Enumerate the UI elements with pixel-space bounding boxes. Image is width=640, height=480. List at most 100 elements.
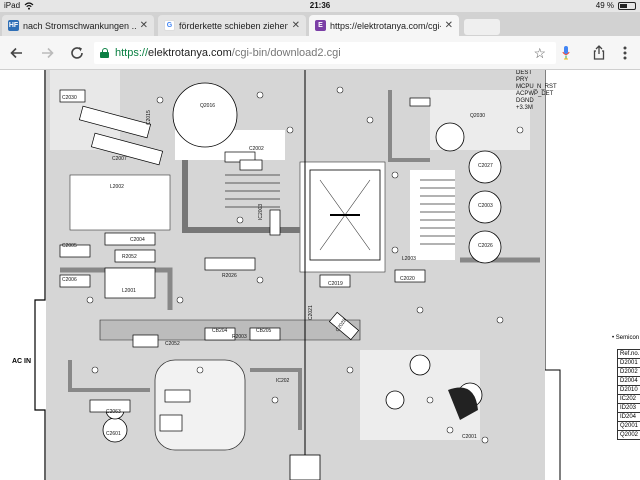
back-button[interactable] [8, 44, 26, 62]
tab-elektrotanya[interactable]: E https://elektrotanya.com/cgi- ✕ [309, 15, 459, 36]
reload-icon [71, 47, 83, 59]
tab-title: nach Stromschwankungen ... [23, 20, 136, 31]
reference-table-cell: ID204 [617, 412, 640, 422]
label-l2001: L2001 [122, 288, 136, 294]
favicon-elektrotanya-icon: E [315, 20, 326, 31]
arrow-right-icon [42, 47, 54, 59]
favicon-hf-icon: HF [8, 20, 19, 31]
tab-title: https://elektrotanya.com/cgi- [330, 20, 441, 31]
reference-table-row: D2010 [617, 385, 640, 395]
new-tab-button[interactable] [464, 19, 500, 35]
label-r2003: R2003 [232, 334, 247, 340]
semiconductor-heading: • Semicon [612, 335, 640, 341]
battery-level-fill [620, 3, 627, 8]
reference-table: Ref.no. D2001 D2002 D2004 D2010 IC202 ID203 ID2… [617, 349, 640, 440]
tab-strip: HF nach Stromschwankungen ... ✕ G förder… [0, 12, 640, 36]
menu-button[interactable] [616, 44, 634, 62]
close-tab-icon[interactable]: ✕ [140, 20, 148, 31]
label-c2027: C2027 [478, 163, 493, 169]
reference-table-cell: D2010 [617, 385, 640, 395]
close-tab-icon[interactable]: ✕ [445, 20, 453, 31]
label-c2030: C2030 [62, 95, 77, 101]
tab-foerderkette[interactable]: G förderkette schieben ziehen ✕ [158, 15, 306, 36]
reference-table-row: Ref.no. [617, 349, 640, 359]
reference-table-row: IC202 [617, 394, 640, 404]
reference-table-cell: ID203 [617, 403, 640, 413]
reference-table-row: ID204 [617, 412, 640, 422]
reference-table-row: Q2002 [617, 430, 640, 440]
reference-table-row: D2004 [617, 376, 640, 386]
signal-label: MCPU_N_RST [516, 84, 557, 90]
label-cb205: CB205 [256, 328, 272, 334]
label-r2052: R2052 [122, 254, 137, 260]
signal-label: PRY [516, 77, 529, 83]
label-ic202: IC202 [276, 378, 290, 384]
more-vertical-icon [623, 46, 627, 60]
close-tab-icon[interactable]: ✕ [292, 20, 300, 31]
label-l2003: L2003 [402, 256, 416, 262]
browser-toolbar: https:// elektrotanya.com /cgi-bin/downl… [0, 36, 640, 70]
reference-table-row: Q2001 [617, 421, 640, 431]
reference-table-row: D2001 [617, 358, 640, 368]
tab-stromschwankungen[interactable]: HF nach Stromschwankungen ... ✕ [2, 15, 154, 36]
reference-table-cell: D2002 [617, 367, 640, 377]
url-scheme: https:// [115, 47, 149, 59]
status-bar: iPad 21:36 49 % [0, 0, 640, 12]
label-c2021: C2021 [308, 305, 314, 320]
pcb-layout-image: C2030 C2015 Q2016 C2007 L2002 C2005 C200… [34, 70, 561, 480]
label-c2006: C2006 [62, 277, 77, 283]
reference-table-row: D2002 [617, 367, 640, 377]
mic-icon[interactable] [562, 46, 570, 60]
label-c2019: C2019 [328, 281, 343, 287]
label-c2004: C2004 [130, 237, 145, 243]
page-content[interactable]: C2030 C2015 Q2016 C2007 L2002 C2005 C200… [0, 70, 640, 480]
address-bar[interactable]: https:// elektrotanya.com /cgi-bin/downl… [94, 42, 556, 64]
lock-icon [100, 48, 109, 58]
reference-table-cell: Q2001 [617, 421, 640, 431]
label-c2005: C2005 [62, 243, 77, 249]
signal-label: ACPWP_DET [516, 91, 554, 97]
browser-window: iPad 21:36 49 % HF nach Stromschwankunge… [0, 0, 640, 480]
status-right: 49 % [596, 1, 636, 10]
reload-button[interactable] [68, 44, 86, 62]
reference-table-cell: Ref.no. [617, 349, 640, 359]
battery-icon [618, 1, 636, 10]
label-l2002: L2002 [110, 184, 124, 190]
forward-button[interactable] [38, 44, 56, 62]
signal-label-list: DEST PRY MCPU_N_RST ACPWP_DET DGND +3.3M [516, 70, 557, 112]
signal-label: DEST [516, 70, 533, 76]
share-button[interactable] [590, 44, 608, 62]
arrow-left-icon [10, 47, 22, 59]
url-path: /cgi-bin/download2.cgi [231, 47, 341, 59]
label-c2601: C2601 [106, 431, 121, 437]
clock: 21:36 [309, 1, 331, 10]
label-c2063: C2063 [106, 409, 121, 415]
reference-table-cell: D2004 [617, 376, 640, 386]
favicon-google-icon: G [164, 20, 175, 31]
label-c2001: C2001 [462, 434, 477, 440]
label-q2016: Q2016 [200, 103, 215, 109]
label-c2015: C2015 [146, 110, 152, 125]
label-ic2003: IC2003 [258, 204, 264, 220]
reference-table-cell: D2001 [617, 358, 640, 368]
label-c2003: C2003 [478, 203, 493, 209]
reference-table-row: ID203 [617, 403, 640, 413]
tab-title: förderkette schieben ziehen [179, 20, 288, 31]
label-c2026: C2026 [478, 243, 493, 249]
signal-label: +3.3M [516, 105, 533, 111]
label-c2052: C2052 [165, 341, 180, 347]
reference-table-cell: IC202 [617, 394, 640, 404]
label-r2026: R2026 [222, 273, 237, 279]
reference-table-cell: Q2002 [617, 430, 640, 440]
label-c2020: C2020 [400, 276, 415, 282]
share-icon [593, 45, 605, 60]
battery-percent: 49 % [595, 1, 614, 10]
label-cb204: CB204 [212, 328, 228, 334]
url-host: elektrotanya.com [148, 47, 232, 59]
label-c2002: C2002 [249, 146, 264, 152]
ac-in-label: AC IN [12, 358, 32, 365]
signal-label: DGND [516, 98, 534, 104]
bookmark-star-icon[interactable]: ☆ [533, 45, 546, 62]
label-c2007: C2007 [112, 156, 127, 162]
label-q2030: Q2030 [470, 113, 485, 119]
